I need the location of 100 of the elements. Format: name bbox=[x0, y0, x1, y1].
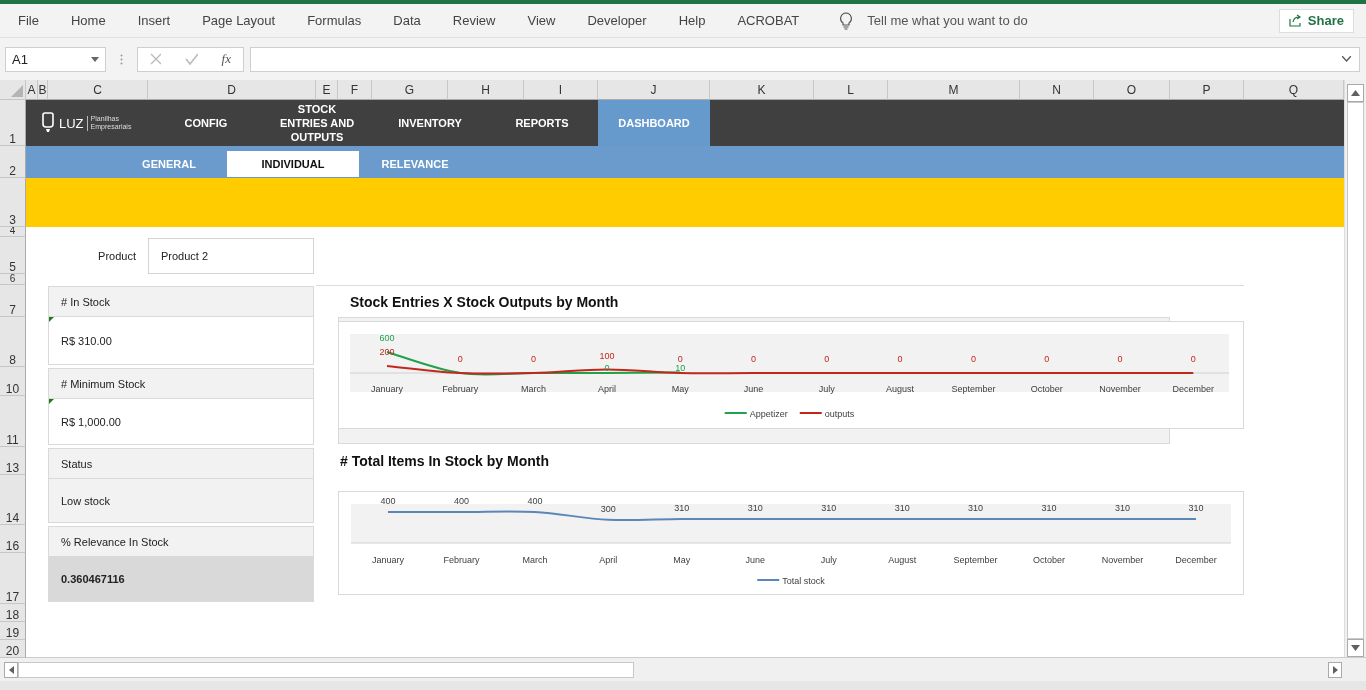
column-header[interactable]: J bbox=[598, 80, 710, 100]
data-label: 0 bbox=[457, 354, 463, 364]
data-label: 100 bbox=[599, 350, 615, 361]
nav-tab[interactable]: CONFIG bbox=[145, 100, 267, 146]
card-title: % Relevance In Stock bbox=[49, 527, 313, 557]
data-label: 310 bbox=[1115, 503, 1130, 513]
axis-label: March bbox=[521, 384, 547, 394]
scroll-right-button[interactable] bbox=[1328, 661, 1342, 678]
data-label: 0 bbox=[604, 363, 610, 373]
row-header[interactable]: 7 bbox=[0, 285, 26, 317]
axis-label: February bbox=[442, 384, 479, 394]
vertical-scrollbar[interactable] bbox=[1344, 80, 1366, 657]
legend-label: Total stock bbox=[782, 575, 825, 586]
axis-label: December bbox=[1175, 555, 1217, 565]
row-header[interactable]: 19 bbox=[0, 622, 26, 640]
nav-tab[interactable]: STOCK ENTRIES AND OUTPUTS bbox=[267, 100, 367, 146]
card-title: Status bbox=[49, 449, 313, 479]
lightbulb-icon bbox=[839, 11, 854, 30]
scrollbar-thumb[interactable] bbox=[1347, 102, 1364, 639]
column-header[interactable]: N bbox=[1020, 80, 1094, 100]
column-header[interactable]: A bbox=[26, 80, 38, 100]
horizontal-scrollbar[interactable] bbox=[0, 657, 1366, 681]
product-field[interactable]: Product 2 bbox=[148, 238, 314, 274]
scroll-down-button[interactable] bbox=[1347, 639, 1364, 657]
row-header[interactable]: 10 bbox=[0, 367, 26, 396]
scroll-left-button[interactable] bbox=[4, 661, 18, 678]
data-label: 300 bbox=[600, 503, 616, 514]
formula-input-field[interactable] bbox=[250, 46, 1360, 72]
column-header[interactable]: H bbox=[448, 80, 524, 100]
insert-function-button[interactable]: fx bbox=[221, 51, 231, 67]
row-header[interactable]: 17 bbox=[0, 553, 26, 604]
scrollbar-thumb[interactable] bbox=[18, 661, 634, 678]
data-label: 200 bbox=[379, 347, 395, 357]
data-label: 310 bbox=[674, 503, 690, 513]
left-arrow-icon bbox=[8, 665, 14, 674]
data-label: 400 bbox=[527, 496, 543, 506]
name-box[interactable]: A1 bbox=[5, 46, 106, 72]
scroll-up-button[interactable] bbox=[1347, 84, 1364, 102]
row-header[interactable]: 1 bbox=[0, 100, 26, 146]
select-all-button[interactable] bbox=[0, 80, 26, 100]
axis-label: January bbox=[372, 555, 404, 565]
axis-label: March bbox=[522, 555, 548, 565]
data-label: 310 bbox=[894, 503, 910, 513]
column-header[interactable]: M bbox=[888, 80, 1020, 100]
nav-tab[interactable]: INVENTORY bbox=[367, 100, 493, 146]
value-text: R$ 310.00 bbox=[61, 334, 112, 347]
axis-label: July bbox=[820, 555, 837, 565]
column-header[interactable]: C bbox=[48, 80, 148, 100]
column-header[interactable]: Q bbox=[1244, 80, 1344, 100]
row-header[interactable]: 13 bbox=[0, 447, 26, 475]
row-header[interactable]: 20 bbox=[0, 640, 26, 658]
row-header[interactable]: 4 bbox=[0, 227, 26, 237]
ribbon-tab[interactable]: File bbox=[2, 13, 55, 28]
corner-triangle-icon bbox=[11, 85, 23, 97]
axis-label: August bbox=[888, 555, 917, 565]
row-header[interactable]: 16 bbox=[0, 525, 26, 553]
ribbon-tab[interactable]: Review bbox=[436, 13, 512, 28]
ribbon-tab[interactable]: Help bbox=[662, 13, 722, 28]
data-label: 0 bbox=[970, 354, 976, 364]
sub-tab[interactable]: INDIVIDUAL bbox=[227, 151, 359, 177]
axis-label: June bbox=[745, 555, 765, 565]
column-header[interactable]: D bbox=[148, 80, 316, 100]
data-label: 310 bbox=[747, 503, 763, 513]
ribbon-tab[interactable]: Home bbox=[54, 13, 122, 28]
share-button[interactable]: Share bbox=[1278, 8, 1354, 33]
ribbon-tab[interactable]: Formulas bbox=[291, 13, 378, 28]
column-header[interactable]: E bbox=[316, 80, 338, 100]
ribbon-tab[interactable]: Insert bbox=[121, 13, 187, 28]
row-header[interactable]: 11 bbox=[0, 396, 26, 447]
row-header[interactable]: 6 bbox=[0, 274, 26, 285]
value-text: Low stock bbox=[61, 494, 110, 507]
ribbon-tab[interactable]: Developer bbox=[571, 13, 663, 28]
ribbon-tab[interactable]: ACROBAT bbox=[721, 13, 816, 28]
column-header[interactable]: G bbox=[372, 80, 448, 100]
data-label: 0 bbox=[824, 354, 830, 364]
row-header[interactable]: 3 bbox=[0, 178, 26, 227]
row-header[interactable]: 18 bbox=[0, 604, 26, 622]
column-header[interactable]: F bbox=[338, 80, 372, 100]
field-label: Product bbox=[97, 248, 137, 264]
column-header[interactable]: K bbox=[710, 80, 814, 100]
axis-label: September bbox=[951, 384, 996, 394]
tell-me-field[interactable]: Tell me what you want to do bbox=[867, 13, 1028, 28]
ribbon-tab[interactable]: Data bbox=[377, 13, 437, 28]
data-label: 400 bbox=[453, 496, 469, 506]
data-label: 0 bbox=[1190, 354, 1196, 364]
row-header[interactable]: 8 bbox=[0, 317, 26, 367]
row-header[interactable]: 5 bbox=[0, 237, 26, 274]
nav-tab[interactable]: REPORTS bbox=[493, 100, 591, 146]
axis-label: June bbox=[743, 384, 764, 394]
row-header[interactable]: 2 bbox=[0, 146, 26, 178]
column-header[interactable]: L bbox=[814, 80, 888, 100]
row-header[interactable]: 14 bbox=[0, 475, 26, 525]
ribbon-tab[interactable]: Page Layout bbox=[186, 13, 292, 28]
column-header[interactable]: O bbox=[1094, 80, 1170, 100]
axis-label: May bbox=[671, 384, 689, 394]
axis-label: May bbox=[673, 555, 691, 565]
ribbon-tab[interactable]: View bbox=[511, 13, 572, 28]
column-header[interactable]: I bbox=[524, 80, 598, 100]
column-header[interactable]: P bbox=[1170, 80, 1244, 100]
data-label: 600 bbox=[379, 333, 395, 343]
